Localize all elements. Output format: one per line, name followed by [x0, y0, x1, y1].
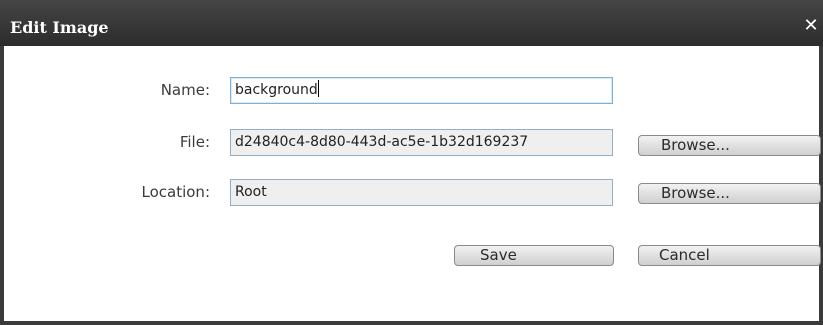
cancel-button[interactable]: Cancel [638, 245, 821, 266]
name-input[interactable]: background [230, 77, 613, 104]
dialog-titlebar[interactable]: Edit Image ✕ [0, 0, 823, 46]
dialog-title: Edit Image [10, 18, 109, 37]
edit-image-dialog: Edit Image ✕ Name: background File: d248… [0, 0, 823, 325]
browse-file-button[interactable]: Browse... [638, 135, 821, 156]
close-icon[interactable]: ✕ [800, 14, 822, 38]
text-caret [317, 80, 319, 97]
browse-location-button[interactable]: Browse... [638, 183, 821, 204]
name-label: Name: [160, 81, 210, 99]
location-label: Location: [141, 183, 211, 201]
location-field[interactable]: Root [230, 179, 613, 206]
file-field[interactable]: d24840c4-8d80-443d-ac5e-1b32d169237 [230, 129, 613, 156]
save-button[interactable]: Save [454, 245, 614, 266]
name-input-value: background [235, 82, 318, 98]
file-label: File: [179, 133, 210, 151]
